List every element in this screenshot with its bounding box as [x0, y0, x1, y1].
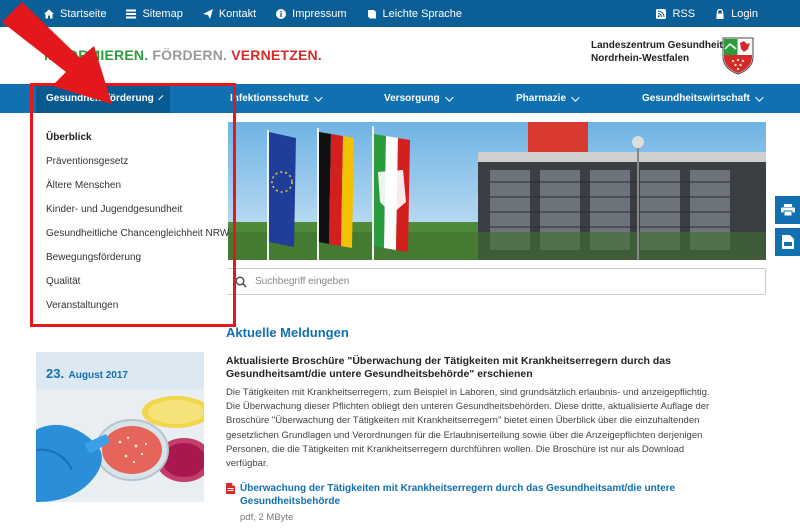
- topbar-link-label: Kontakt: [218, 7, 257, 20]
- topbar-link-login[interactable]: Login: [715, 8, 758, 20]
- dropdown-item-praeventionsgesetz[interactable]: Präventionsgesetz: [46, 156, 128, 167]
- tagline-word-informieren: INFORMIEREN.: [44, 47, 149, 63]
- org-name-line1: Landeszentrum Gesundheit: [591, 40, 723, 51]
- download-link-label: Überwachung der Tätigkeiten mit Krankhei…: [240, 483, 676, 507]
- hero-image: [228, 122, 766, 260]
- gesundheitsfoerderung-dropdown-menu: Überblick Präventionsgesetz Ältere Mensc…: [30, 113, 229, 327]
- search-input[interactable]: [255, 276, 735, 287]
- news-headline[interactable]: Aktualisierte Broschüre "Überwachung der…: [226, 355, 686, 381]
- topbar-link-label: Leichte Sprache: [382, 7, 463, 20]
- topbar-link-leichte-sprache[interactable]: Leichte Sprache: [367, 7, 463, 20]
- pdf-export-button[interactable]: [775, 228, 800, 256]
- info-icon: [276, 8, 287, 19]
- chevron-down-icon: [314, 92, 323, 102]
- book-icon: [367, 9, 376, 18]
- nav-item-label: Infektionsschutz: [230, 93, 309, 104]
- nav-item-versorgung[interactable]: Versorgung: [384, 84, 454, 113]
- dropdown-item-qualitaet[interactable]: Qualität: [46, 276, 80, 287]
- petri-dish-photo: [36, 390, 204, 502]
- org-name-line2: Nordrhein-Westfalen: [591, 53, 690, 64]
- tagline-word-foerdern: FÖRDERN.: [152, 47, 228, 63]
- nav-item-label: Versorgung: [384, 93, 440, 104]
- top-utility-bar: Startseite Sitemap Kontakt Impressum Lei…: [0, 0, 800, 27]
- topbar-link-label: Login: [731, 7, 758, 20]
- rss-icon: [656, 8, 667, 19]
- news-date-day: 23.: [46, 366, 65, 381]
- printer-icon: [780, 204, 795, 216]
- nrw-crest-icon: [722, 37, 754, 75]
- nav-item-gesundheitswirtschaft[interactable]: Gesundheitswirtschaft: [642, 84, 764, 113]
- news-body-text: Die Tätigkeiten mit Krankheitserregern, …: [226, 387, 710, 470]
- search-icon: [235, 275, 247, 288]
- nav-item-pharmazie[interactable]: Pharmazie: [516, 84, 580, 113]
- nav-item-infektionsschutz[interactable]: Infektionsschutz: [230, 84, 323, 113]
- topbar-link-label: Startseite: [60, 7, 107, 20]
- dropdown-item-chancengleichheit[interactable]: Gesundheitliche Chancengleichheit NRW: [46, 228, 229, 239]
- send-icon: [202, 8, 213, 19]
- topbar-link-sitemap[interactable]: Sitemap: [126, 7, 183, 20]
- dropdown-item-aeltere-menschen[interactable]: Ältere Menschen: [46, 180, 121, 191]
- news-teaser-card[interactable]: 23. August 2017: [36, 352, 204, 502]
- organization-name[interactable]: Landeszentrum Gesundheit Nordrhein-Westf…: [591, 39, 723, 65]
- sitemap-icon: [126, 9, 137, 18]
- news-date: 23. August 2017: [46, 365, 128, 383]
- chevron-down-icon: [754, 92, 764, 102]
- chevron-down-icon: [158, 94, 164, 100]
- download-link[interactable]: Überwachung der Tätigkeiten mit Krankhei…: [226, 482, 680, 508]
- chevron-down-icon: [444, 92, 454, 102]
- topbar-link-startseite[interactable]: Startseite: [44, 8, 106, 20]
- topbar-link-label: Impressum: [292, 7, 347, 20]
- topbar-link-label: Sitemap: [142, 7, 183, 20]
- nav-item-gesundheitsfoerderung[interactable]: Gesundheitsförderung: [36, 84, 170, 113]
- topbar-link-kontakt[interactable]: Kontakt: [202, 7, 257, 20]
- home-icon: [44, 9, 54, 18]
- topbar-link-rss[interactable]: RSS: [656, 8, 695, 20]
- topbar-link-label: RSS: [672, 7, 696, 20]
- site-header: INFORMIEREN. FÖRDERN. VERNETZEN. Landesz…: [0, 27, 800, 84]
- dropdown-item-veranstaltungen[interactable]: Veranstaltungen: [46, 300, 118, 311]
- dropdown-item-ueberblick[interactable]: Überblick: [46, 132, 92, 143]
- site-tagline[interactable]: INFORMIEREN. FÖRDERN. VERNETZEN.: [44, 47, 322, 63]
- search-bar: [226, 268, 766, 295]
- download-meta: pdf, 2 MByte: [240, 512, 294, 523]
- chevron-down-icon: [571, 92, 580, 102]
- pdf-file-icon: [226, 483, 235, 494]
- lock-icon: [716, 8, 724, 19]
- print-button[interactable]: [775, 196, 800, 224]
- top-utility-right: RSS Login: [656, 0, 758, 27]
- top-utility-left: Startseite Sitemap Kontakt Impressum Lei…: [44, 0, 482, 27]
- nav-item-label: Pharmazie: [516, 93, 567, 104]
- building-with-flags-image: [228, 122, 766, 260]
- news-date-month: August 2017: [68, 370, 128, 381]
- nav-item-label: Gesundheitsförderung: [46, 93, 154, 104]
- news-image: [36, 390, 204, 502]
- pdf-icon: [781, 235, 794, 249]
- tagline-word-vernetzen: VERNETZEN.: [231, 47, 322, 63]
- section-title-news: Aktuelle Meldungen: [226, 325, 349, 340]
- dropdown-item-bewegungsfoerderung[interactable]: Bewegungsförderung: [46, 252, 141, 263]
- dropdown-item-kinder-jugendgesundheit[interactable]: Kinder- und Jugendgesundheit: [46, 204, 182, 215]
- nav-item-label: Gesundheitswirtschaft: [642, 93, 750, 104]
- topbar-link-impressum[interactable]: Impressum: [276, 7, 347, 20]
- main-navigation: Gesundheitsförderung Infektionsschutz Ve…: [0, 84, 800, 113]
